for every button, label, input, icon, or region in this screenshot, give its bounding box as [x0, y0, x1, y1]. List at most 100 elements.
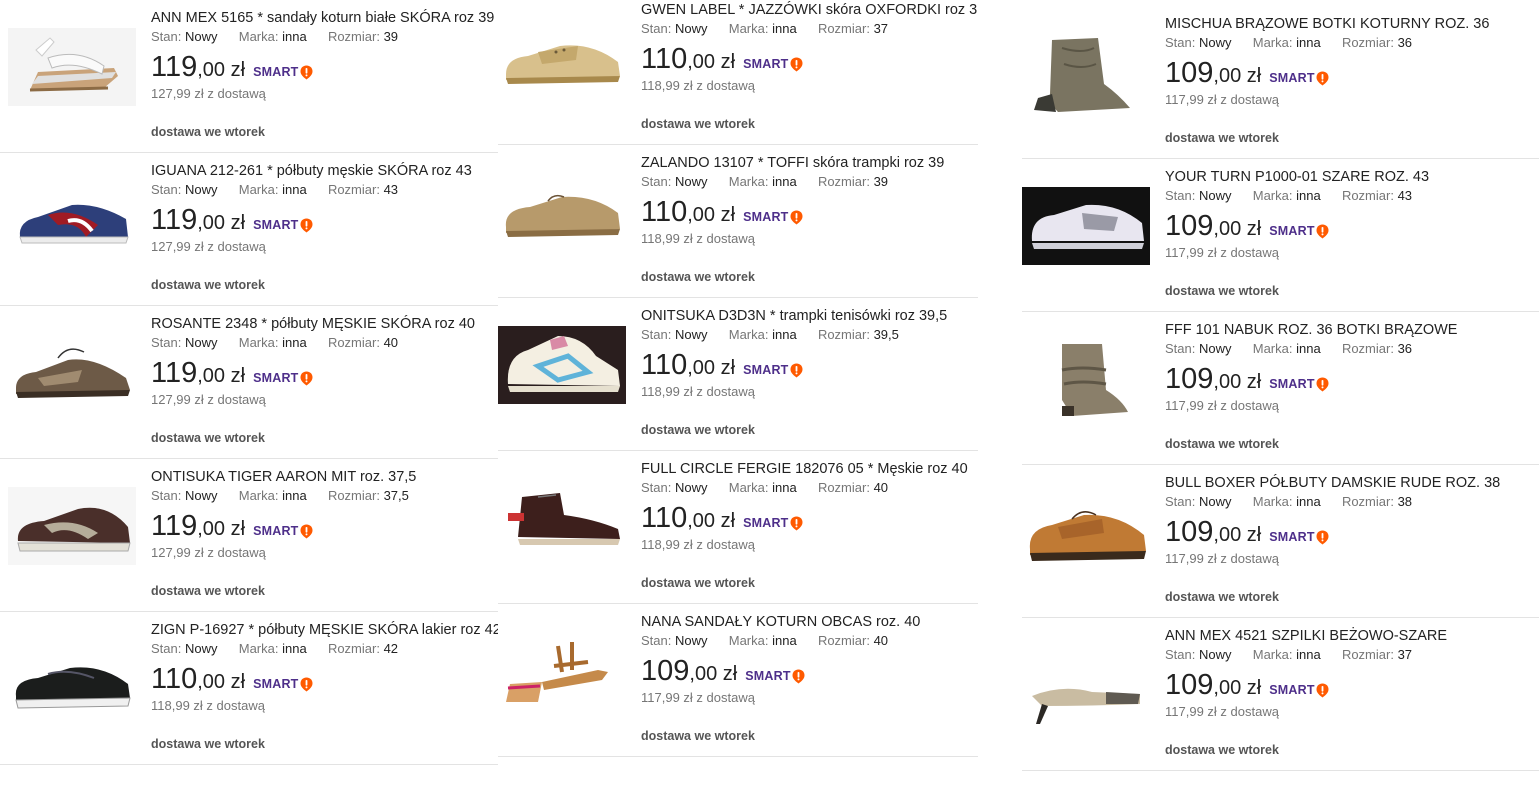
wedge-boot-olive-image[interactable]	[1022, 34, 1150, 112]
smart-badge: SMART	[253, 371, 313, 386]
price-fraction: ,00 zł	[1213, 218, 1262, 240]
product-params: Stan: Nowy Marka: inna Rozmiar: 40	[641, 478, 974, 498]
price-integer: 110	[641, 43, 688, 75]
delivery-price: 117,99 zł z dostawą	[1165, 704, 1279, 719]
product-title-link[interactable]: MISCHUA BRĄZOWE BOTKI KOTURNY ROZ. 36	[1165, 16, 1535, 33]
param-rozmiar-value: 43	[383, 182, 399, 197]
sneaker-dark-image[interactable]	[8, 487, 136, 565]
product-title-link[interactable]: ONTISUKA TIGER AARON MIT roz. 37,5	[151, 469, 494, 486]
product-title-link[interactable]: GWEN LABEL * JAZZÓWKI skóra OXFORDKI roz…	[641, 2, 978, 19]
smart-exclamation-icon	[1316, 377, 1329, 391]
price: 119,00 zł SMART	[151, 509, 494, 545]
product-title-link[interactable]: FULL CIRCLE FERGIE 182076 05 * Męskie ro…	[641, 461, 974, 478]
price: 109,00 zł SMART	[1165, 515, 1535, 551]
delivery-price: 127,99 zł z dostawą	[151, 239, 266, 254]
delivery-price: 118,99 zł z dostawą	[641, 384, 755, 399]
listing-item-2-3[interactable]: BULL BOXER PÓŁBUTY DAMSKIE RUDE ROZ. 38 …	[1022, 465, 1539, 618]
param-marka-label: Marka:	[1252, 647, 1293, 662]
wedge-sandal-white-image[interactable]	[8, 28, 136, 106]
param-rozmiar-label: Rozmiar:	[1341, 494, 1394, 509]
listing-item-0-2[interactable]: ROSANTE 2348 * półbuty MĘSKIE SKÓRA roz …	[0, 306, 498, 459]
listing-item-2-2[interactable]: FFF 101 NABUK ROZ. 36 BOTKI BRĄZOWE Stan…	[1022, 312, 1539, 465]
param-stan-label: Stan:	[1165, 188, 1196, 203]
smart-badge: SMART	[253, 524, 313, 539]
smart-badge: SMART	[1269, 683, 1329, 698]
listing-item-1-3[interactable]: FULL CIRCLE FERGIE 182076 05 * Męskie ro…	[498, 451, 978, 604]
smart-exclamation-icon	[300, 371, 313, 385]
product-title-link[interactable]: ROSANTE 2348 * półbuty MĘSKIE SKÓRA roz …	[151, 316, 494, 333]
smart-exclamation-icon	[792, 669, 805, 683]
sneaker-grey-image[interactable]	[1022, 187, 1150, 265]
param-stan-value: Nowy	[184, 641, 218, 656]
boot-tall-taupe-image[interactable]	[1022, 340, 1150, 418]
param-marka-value: inna	[282, 641, 307, 656]
product-title-link[interactable]: ANN MEX 5165 * sandały koturn białe SKÓR…	[151, 10, 494, 27]
param-rozmiar-value: 39,5	[873, 327, 899, 342]
product-title-link[interactable]: ZALANDO 13107 * TOFFI skóra trampki roz …	[641, 155, 974, 172]
price-integer: 109	[1165, 210, 1214, 242]
listing-column-left: ANN MEX 5165 * sandały koturn białe SKÓR…	[0, 0, 498, 765]
shoe-brown-image[interactable]	[8, 334, 136, 412]
pump-beige-grey-image[interactable]	[1022, 646, 1150, 724]
platform-sandal-image[interactable]	[498, 632, 626, 710]
price: 110,00 zł SMART	[151, 662, 494, 698]
param-marka-label: Marka:	[1252, 35, 1293, 50]
oxford-tan-image[interactable]	[1022, 493, 1150, 571]
price-fraction: ,00 zł	[1213, 65, 1262, 87]
sneaker-blue-red-image[interactable]	[8, 181, 136, 259]
listing-item-2-1[interactable]: YOUR TURN P1000-01 SZARE ROZ. 43 Stan: N…	[1022, 159, 1539, 312]
smart-badge: SMART	[743, 210, 803, 225]
listing-item-1-1[interactable]: ZALANDO 13107 * TOFFI skóra trampki roz …	[498, 145, 978, 298]
listing-item-2-0[interactable]: MISCHUA BRĄZOWE BOTKI KOTURNY ROZ. 36 St…	[1022, 6, 1539, 159]
product-title-link[interactable]: IGUANA 212-261 * półbuty męskie SKÓRA ro…	[151, 163, 494, 180]
param-stan-value: Nowy	[1198, 647, 1232, 662]
product-params: Stan: Nowy Marka: inna Rozmiar: 37	[641, 19, 974, 39]
boot-dark-brown-image[interactable]	[498, 479, 626, 557]
sneaker-white-blue-icon	[498, 326, 626, 404]
listing-item-0-1[interactable]: IGUANA 212-261 * półbuty męskie SKÓRA ro…	[0, 153, 498, 306]
sneaker-dark-icon	[8, 487, 136, 565]
delivery-date: dostawa we wtorek	[151, 125, 265, 139]
price: 110,00 zł SMART	[641, 501, 974, 537]
oxford-beige-image[interactable]	[498, 20, 626, 98]
param-rozmiar-value: 40	[873, 633, 889, 648]
listing-item-1-2[interactable]: ONITSUKA D3D3N * trampki tenisówki roz 3…	[498, 298, 978, 451]
param-stan-label: Stan:	[641, 21, 672, 36]
product-title-link[interactable]: ZIGN P-16927 * półbuty MĘSKIE SKÓRA laki…	[151, 622, 498, 639]
param-marka-value: inna	[1296, 35, 1321, 50]
listing-item-0-4[interactable]: ZIGN P-16927 * półbuty MĘSKIE SKÓRA laki…	[0, 612, 498, 765]
product-params: Stan: Nowy Marka: inna Rozmiar: 42	[151, 639, 494, 659]
shoe-black-patent-image[interactable]	[8, 640, 136, 718]
sneaker-white-blue-image[interactable]	[498, 326, 626, 404]
param-marka-label: Marka:	[238, 641, 279, 656]
smart-badge: SMART	[1269, 530, 1329, 545]
listing-item-1-4[interactable]: NANA SANDAŁY KOTURN OBCAS roz. 40 Stan: …	[498, 604, 978, 757]
price-fraction: ,00 zł	[687, 51, 736, 73]
param-marka-value: inna	[1296, 341, 1321, 356]
product-title-link[interactable]: NANA SANDAŁY KOTURN OBCAS roz. 40	[641, 614, 974, 631]
trainer-toffee-icon	[505, 194, 620, 237]
param-stan-label: Stan:	[151, 641, 182, 656]
delivery-price: 117,99 zł z dostawą	[1165, 245, 1279, 260]
listing-item-2-4[interactable]: ANN MEX 4521 SZPILKI BEŻOWO-SZARE Stan: …	[1022, 618, 1539, 771]
product-params: Stan: Nowy Marka: inna Rozmiar: 43	[151, 180, 494, 200]
delivery-date: dostawa we wtorek	[641, 423, 755, 437]
product-title-link[interactable]: ONITSUKA D3D3N * trampki tenisówki roz 3…	[641, 308, 974, 325]
product-title-link[interactable]: FFF 101 NABUK ROZ. 36 BOTKI BRĄZOWE	[1165, 322, 1535, 339]
listing-item-0-3[interactable]: ONTISUKA TIGER AARON MIT roz. 37,5 Stan:…	[0, 459, 498, 612]
listing-item-1-0[interactable]: GWEN LABEL * JAZZÓWKI skóra OXFORDKI roz…	[498, 0, 978, 145]
trainer-toffee-image[interactable]	[498, 173, 626, 251]
delivery-price: 127,99 zł z dostawą	[151, 392, 266, 407]
smart-badge: SMART	[1269, 377, 1329, 392]
smart-badge: SMART	[743, 363, 803, 378]
sneaker-grey-icon	[1022, 187, 1150, 265]
param-stan-label: Stan:	[641, 480, 672, 495]
price-integer: 109	[641, 655, 690, 687]
param-marka-value: inna	[772, 480, 797, 495]
product-title-link[interactable]: BULL BOXER PÓŁBUTY DAMSKIE RUDE ROZ. 38	[1165, 475, 1535, 492]
smart-exclamation-icon	[1316, 530, 1329, 544]
listing-item-0-0[interactable]: ANN MEX 5165 * sandały koturn białe SKÓR…	[0, 0, 498, 153]
oxford-beige-icon	[506, 45, 620, 84]
product-title-link[interactable]: YOUR TURN P1000-01 SZARE ROZ. 43	[1165, 169, 1535, 186]
product-title-link[interactable]: ANN MEX 4521 SZPILKI BEŻOWO-SZARE	[1165, 628, 1535, 645]
